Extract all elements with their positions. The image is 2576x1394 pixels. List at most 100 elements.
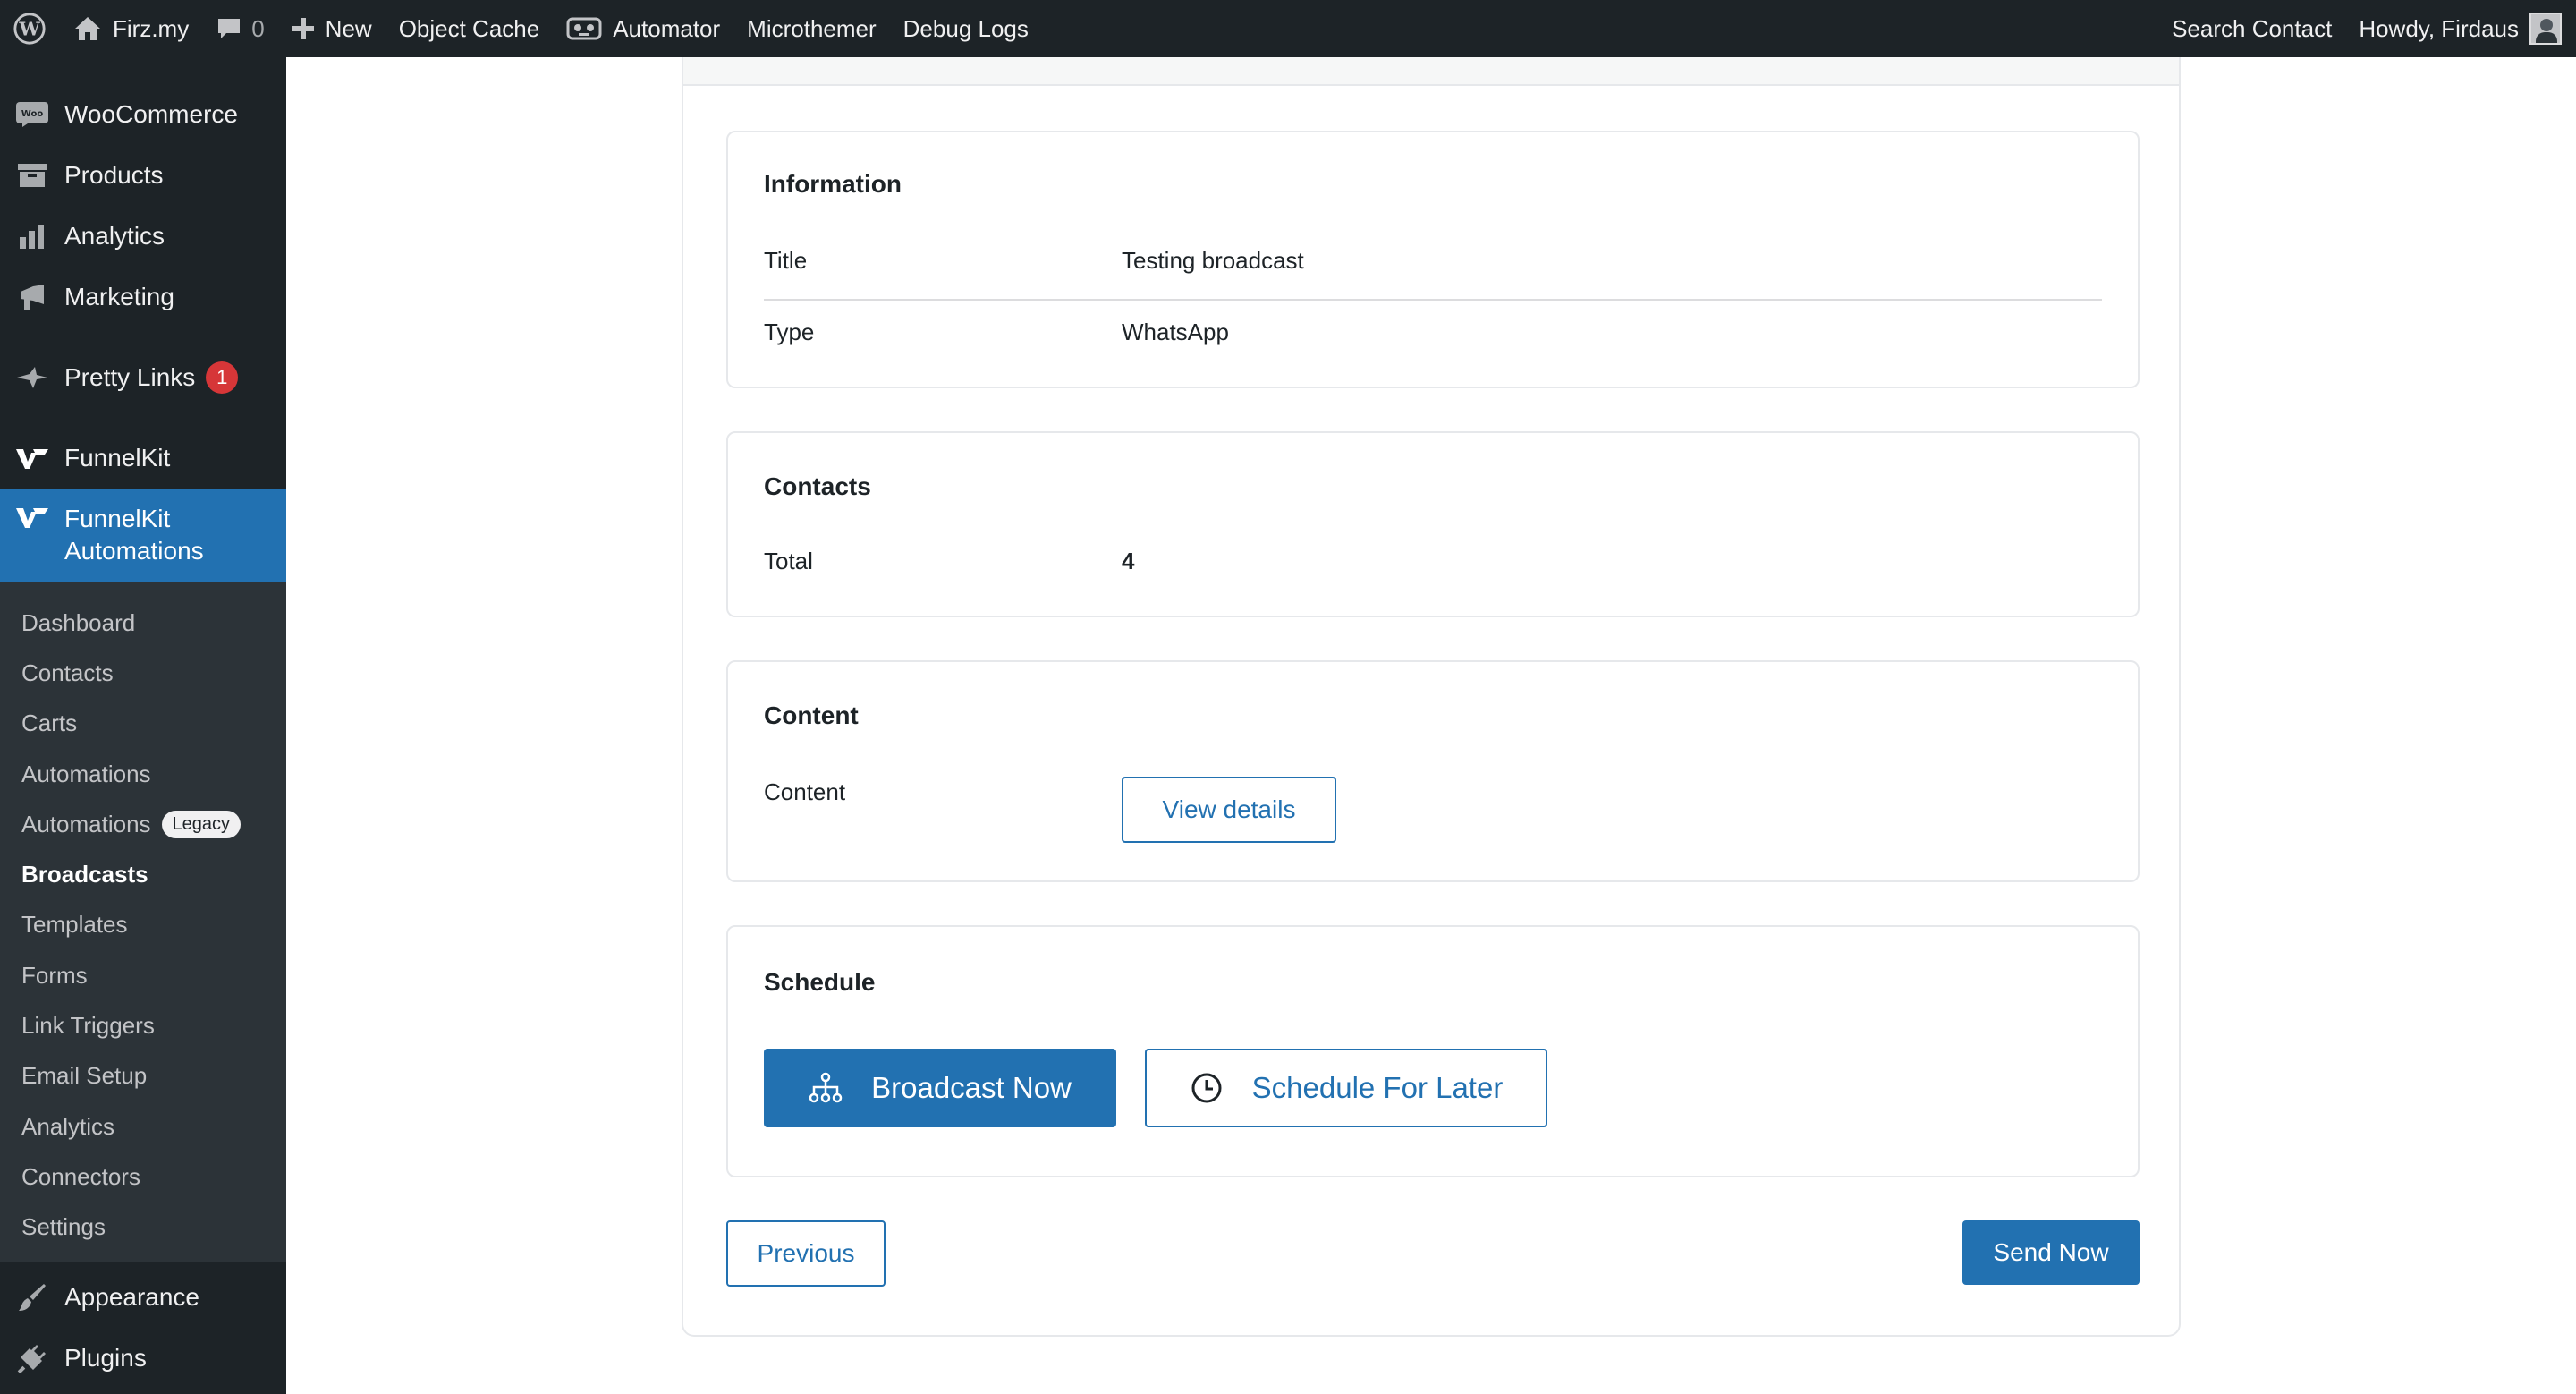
search-contact-link[interactable]: Search Contact [2158,0,2345,57]
submenu-settings[interactable]: Settings [0,1203,286,1253]
object-cache-label: Object Cache [398,14,540,42]
comments-count: 0 [251,14,265,42]
content-label: Content [764,778,846,805]
menu-marketing[interactable]: Marketing [0,267,286,327]
submenu-link-triggers[interactable]: Link Triggers [0,1000,286,1050]
submenu-forms[interactable]: Forms [0,950,286,1000]
automator-label: Automator [613,14,721,42]
information-divider [764,299,2102,301]
svg-text:Woo: Woo [21,109,44,119]
submenu-dashboard[interactable]: Dashboard [0,598,286,648]
comments-link[interactable]: 0 [202,0,277,57]
svg-text:W: W [18,18,40,40]
menu-analytics-label: Analytics [64,222,165,250]
menu-pretty-links[interactable]: Pretty Links 1 [0,347,286,408]
view-details-button[interactable]: View details [1122,777,1336,843]
pretty-links-count-badge: 1 [206,361,239,394]
broadcast-network-icon [809,1072,843,1104]
submenu-carts-label: Carts [21,710,78,737]
submenu-templates[interactable]: Templates [0,900,286,950]
submenu-contacts-label: Contacts [21,659,114,686]
total-label: Total [764,548,813,574]
menu-funnelkit-label: FunnelKit [64,444,171,472]
information-section: Information Title Testing broadcast Type… [726,131,2140,388]
information-heading: Information [764,170,902,198]
menu-products-label: Products [64,161,164,189]
menu-appearance-label: Appearance [64,1282,200,1311]
robot-icon [566,16,602,41]
contacts-heading: Contacts [764,472,871,500]
type-value: WhatsApp [1122,319,1229,345]
submenu-automations-legacy-label: Automations [21,810,151,837]
submenu-automations[interactable]: Automations [0,749,286,799]
microthemer-link[interactable]: Microthemer [733,0,889,57]
plug-icon [14,1340,50,1376]
howdy-label: Howdy, Firdaus [2359,14,2519,42]
paintbrush-icon [14,1279,50,1315]
submenu-dashboard-label: Dashboard [21,608,136,636]
type-label: Type [764,319,815,345]
menu-appearance[interactable]: Appearance [0,1267,286,1328]
funnelkit-logo-icon [14,440,50,476]
submenu-broadcasts[interactable]: Broadcasts [0,849,286,899]
menu-marketing-label: Marketing [64,283,174,310]
submenu-settings-label: Settings [21,1213,106,1241]
search-contact-label: Search Contact [2172,14,2333,42]
funnelkit-automations-submenu: Dashboard Contacts Carts Automations Aut… [0,582,286,1262]
title-label: Title [764,247,808,274]
comment-bubble-icon [216,15,242,42]
wordpress-logo-icon[interactable]: W [0,0,60,57]
previous-button[interactable]: Previous [726,1220,886,1287]
submenu-email-setup[interactable]: Email Setup [0,1051,286,1101]
avatar [2529,13,2562,45]
menu-funnelkit-automations-label: FunnelKit Automations [64,503,204,567]
submenu-forms-label: Forms [21,961,88,989]
broadcast-review-card: Information Title Testing broadcast Type… [682,57,2181,1337]
schedule-for-later-button[interactable]: Schedule For Later [1145,1049,1547,1127]
new-content-link[interactable]: New [278,0,386,57]
total-value: 4 [1122,548,1135,574]
home-icon [73,15,102,42]
menu-plugins[interactable]: Plugins [0,1328,286,1389]
submenu-analytics[interactable]: Analytics [0,1101,286,1152]
woocommerce-icon: Woo [14,97,50,132]
debug-logs-link[interactable]: Debug Logs [890,0,1042,57]
card-header-strip [683,57,2179,86]
plus-icon [292,17,315,40]
automator-link[interactable]: Automator [553,0,733,57]
site-name: Firz.my [113,14,190,42]
submenu-templates-label: Templates [21,911,128,939]
menu-funnelkit[interactable]: FunnelKit [0,428,286,489]
microthemer-label: Microthemer [747,14,877,42]
broadcast-now-label: Broadcast Now [871,1071,1072,1104]
menu-funnelkit-automations-line1: FunnelKit [64,505,171,532]
funnelkit-automations-logo-icon [14,499,50,535]
archive-box-icon [14,157,50,193]
megaphone-icon [14,279,50,315]
menu-plugins-label: Plugins [64,1343,147,1372]
site-name-link[interactable]: Firz.my [60,0,202,57]
submenu-automations-legacy[interactable]: Automations Legacy [0,799,286,849]
send-now-button[interactable]: Send Now [1962,1220,2140,1285]
submenu-connectors[interactable]: Connectors [0,1152,286,1202]
menu-funnelkit-automations[interactable]: FunnelKit Automations [0,489,286,582]
my-account-link[interactable]: Howdy, Firdaus [2345,0,2576,57]
menu-products[interactable]: Products [0,145,286,206]
menu-woocommerce[interactable]: Woo WooCommerce [0,84,286,145]
schedule-heading: Schedule [764,968,876,996]
clock-icon [1190,1071,1224,1105]
submenu-connectors-label: Connectors [21,1162,140,1190]
new-label: New [325,14,372,42]
menu-analytics[interactable]: Analytics [0,206,286,267]
submenu-contacts[interactable]: Contacts [0,648,286,698]
submenu-automations-label: Automations [21,760,151,787]
admin-bar: W Firz.my 0 New Object Cache Automator M… [0,0,2576,57]
submenu-carts[interactable]: Carts [0,699,286,749]
broadcast-now-button[interactable]: Broadcast Now [764,1049,1116,1127]
debug-logs-label: Debug Logs [902,14,1029,42]
content-section: Content Content View details [726,660,2140,882]
title-value: Testing broadcast [1122,247,1304,274]
schedule-for-later-label: Schedule For Later [1251,1071,1504,1104]
contacts-section: Contacts Total 4 [726,431,2140,617]
object-cache-link[interactable]: Object Cache [386,0,554,57]
